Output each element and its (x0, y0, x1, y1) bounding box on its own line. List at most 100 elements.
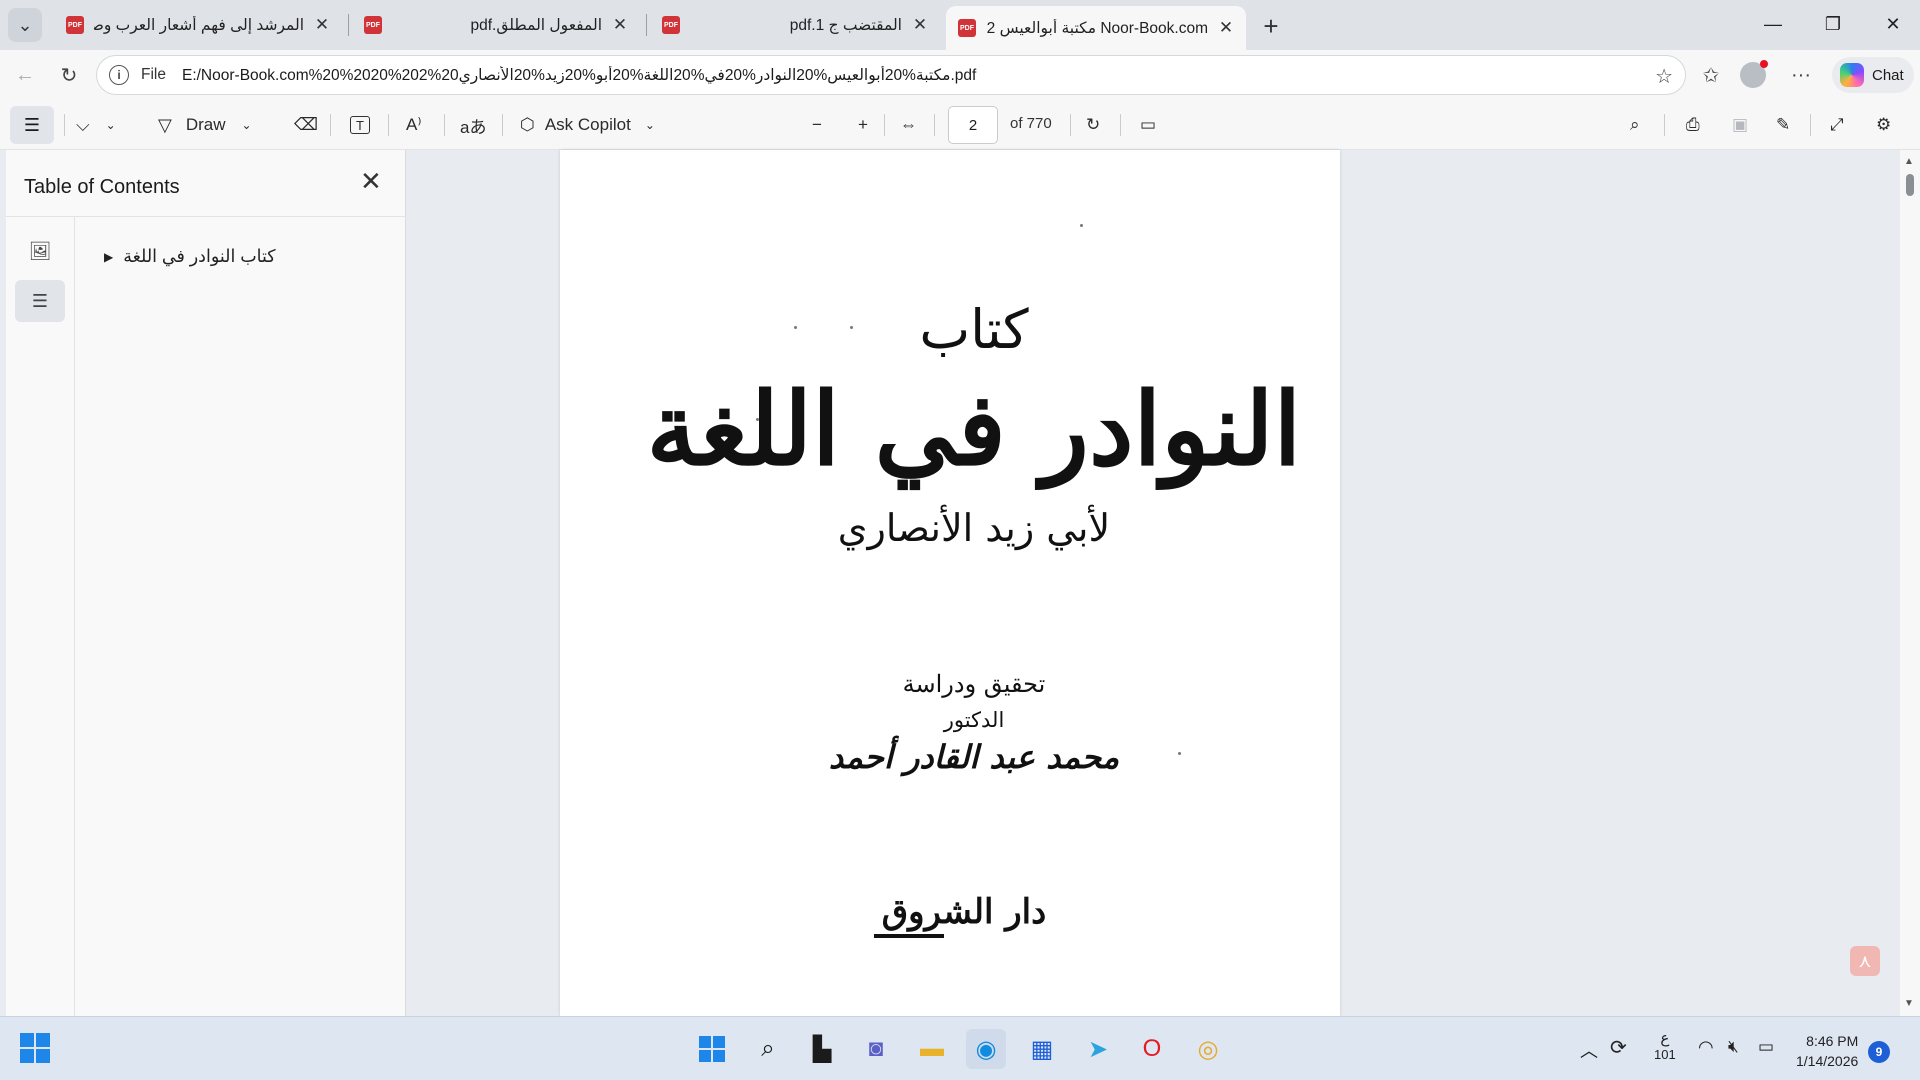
copilot-outline-icon: ⬡ (520, 115, 535, 134)
table-of-contents-button[interactable]: ☰ (10, 106, 54, 144)
speaker-muted-icon[interactable]: 🔇︎ (1728, 1037, 1739, 1057)
highlighter-icon: ⌵ (76, 114, 90, 135)
list-icon: ☰ (31, 290, 49, 311)
star-icon[interactable]: ☆ (1655, 64, 1673, 89)
wifi-icon[interactable]: ◠ (1698, 1037, 1714, 1058)
gear-icon: ⚙ (1876, 115, 1892, 134)
chevron-down-icon: ⌄ (105, 118, 116, 132)
show-hidden-icons-chevron-icon[interactable]: ︿ (1580, 1037, 1598, 1063)
publisher: دار الشروق (881, 892, 1047, 932)
plus-icon: + (858, 115, 868, 134)
start-menu-icon[interactable] (692, 1029, 732, 1069)
settings-button[interactable]: ⚙ (1876, 109, 1891, 141)
scan-speck (1080, 224, 1083, 227)
rotate-icon: ↻ (1086, 115, 1101, 134)
more-menu-button[interactable]: ··· (1784, 58, 1818, 92)
keyboard-language-indicator[interactable]: ع 101 (1654, 1031, 1676, 1063)
back-button[interactable]: ← (8, 58, 42, 92)
notification-badge[interactable]: 9 (1868, 1041, 1890, 1063)
draw-label: Draw (185, 115, 226, 134)
windows-start-icon[interactable] (20, 1033, 50, 1063)
minimize-button[interactable]: — (1750, 6, 1796, 42)
file-explorer-icon[interactable]: ▬ (912, 1029, 952, 1069)
expand-triangle-icon[interactable]: ▶ (104, 250, 113, 264)
sync-icon[interactable]: ⟳ (1610, 1035, 1627, 1060)
url-text[interactable]: E:/Noor-Book.com%20%2020%202%20مكتبة%20أ… (182, 66, 1562, 85)
task-view-icon[interactable]: ▙ (802, 1029, 842, 1069)
thumbnails-button[interactable]: 🖼︎ (15, 230, 65, 272)
scroll-up-arrow-icon[interactable]: ▲ (1904, 156, 1914, 167)
telegram-icon[interactable]: ➤ (1078, 1029, 1118, 1069)
print-icon: ⎙ (1686, 115, 1700, 134)
tab-close-button[interactable]: ✕ (610, 15, 630, 35)
tab-divider (348, 14, 349, 36)
erase-button[interactable]: ⌫ (294, 109, 318, 141)
print-button[interactable]: ⎙ (1686, 109, 1700, 141)
teams-chat-icon[interactable]: ◙ (856, 1029, 896, 1069)
copilot-chat-button[interactable]: Chat (1832, 57, 1914, 93)
maximize-button[interactable]: ❐ (1810, 6, 1856, 42)
save-button[interactable]: ▣ (1732, 109, 1748, 141)
info-icon[interactable]: i (109, 65, 129, 85)
scroll-down-arrow-icon[interactable]: ▼ (1904, 998, 1914, 1009)
keyboard-code: 101 (1654, 1047, 1676, 1062)
editor-title: الدكتور (943, 708, 1005, 732)
tab-title: المقتضب ج 1.pdf (789, 16, 902, 34)
copilot-icon (1840, 63, 1864, 87)
fit-width-icon: ⇔ (900, 115, 917, 134)
outline-button[interactable]: ☰ (15, 280, 65, 322)
clock[interactable]: 8:46 PM 1/14/2026 (1796, 1031, 1858, 1071)
tab-4-active[interactable]: PDF Noor-Book.com مكتبة أبوالعيس 2 ✕ (946, 6, 1246, 50)
opera-icon[interactable]: O (1132, 1029, 1172, 1069)
read-aloud-icon: A⁾ (406, 115, 422, 134)
translate-button[interactable]: aあ (460, 109, 486, 141)
favorites-button[interactable]: ✩ (1694, 58, 1728, 92)
fit-to-width-button[interactable]: ⇔ (900, 109, 917, 141)
publisher-underline (874, 934, 944, 938)
tab-close-button[interactable]: ✕ (910, 15, 930, 35)
zoom-out-button[interactable]: − (812, 109, 822, 141)
page-number-input[interactable]: 2 (948, 106, 998, 144)
search-button[interactable]: ⌕ (1630, 109, 1640, 141)
highlight-button[interactable]: ⌵ ⌄ (76, 109, 116, 141)
book-title: النوادر في اللغة (646, 370, 1302, 488)
battery-icon[interactable]: ▭ (1758, 1037, 1774, 1057)
book-label: كتاب (919, 298, 1029, 361)
close-window-button[interactable]: ✕ (1870, 6, 1916, 42)
tab-3[interactable]: PDF المقتضب ج 1.pdf ✕ (650, 6, 940, 44)
close-panel-button[interactable]: ✕ (360, 166, 382, 197)
page-view-icon: ▭ (1140, 115, 1157, 134)
tab-close-button[interactable]: ✕ (1216, 18, 1236, 38)
expand-icon: ⤢ (1830, 115, 1844, 134)
toolbar-divider (388, 114, 389, 136)
search-icon[interactable]: ⌕ (748, 1029, 788, 1069)
refresh-button[interactable]: ↻ (52, 58, 86, 92)
vertical-scrollbar[interactable]: ▲ ▼ (1900, 150, 1920, 1016)
edge-browser-icon[interactable]: ◉ (966, 1029, 1006, 1069)
draw-button[interactable]: ▽ Draw ⌄ (158, 109, 252, 141)
save-as-button[interactable]: ✎ (1776, 109, 1790, 141)
tab-actions-menu-button[interactable]: ⌄ (8, 8, 42, 42)
fullscreen-button[interactable]: ⤢ (1830, 109, 1844, 141)
tab-1[interactable]: PDF المرشد إلى فهم أشعار العرب وصناعتها … (54, 6, 342, 44)
read-aloud-button[interactable]: A⁾ (406, 109, 422, 141)
taskbar: ⌕ ▙ ◙ ▬ ◉ ▦ ➤ O ◎ ︿ ⟳ ع 101 ◠ 🔇︎ ▭ 8:46 … (0, 1016, 1920, 1080)
save-icon: ▣ (1732, 115, 1749, 134)
ask-copilot-button[interactable]: ⬡ Ask Copilot ⌄ (520, 109, 655, 141)
chrome-icon[interactable]: ◎ (1188, 1029, 1228, 1069)
address-bar[interactable]: i File E:/Noor-Book.com%20%2020%202%20مك… (96, 55, 1686, 95)
document-viewport[interactable]: كتاب النوادر في اللغة لأبي زيد الأنصاري … (406, 150, 1900, 1016)
profile-notification-dot (1760, 60, 1768, 68)
add-text-button[interactable]: T (350, 109, 370, 141)
tab-close-button[interactable]: ✕ (312, 15, 332, 35)
page-view-button[interactable]: ▭ (1140, 109, 1156, 141)
toc-item[interactable]: ▶ كتاب النوادر في اللغة (104, 246, 276, 267)
toolbar-divider (330, 114, 331, 136)
store-icon[interactable]: ▦ (1022, 1029, 1062, 1069)
zoom-in-button[interactable]: + (858, 109, 868, 141)
new-tab-button[interactable]: + (1255, 10, 1287, 42)
tab-2[interactable]: PDF المفعول المطلق.pdf ✕ (352, 6, 640, 44)
rotate-button[interactable]: ↻ (1086, 109, 1100, 141)
acrobat-icon[interactable]: ⋏ (1850, 946, 1880, 976)
scroll-thumb[interactable] (1906, 174, 1914, 196)
